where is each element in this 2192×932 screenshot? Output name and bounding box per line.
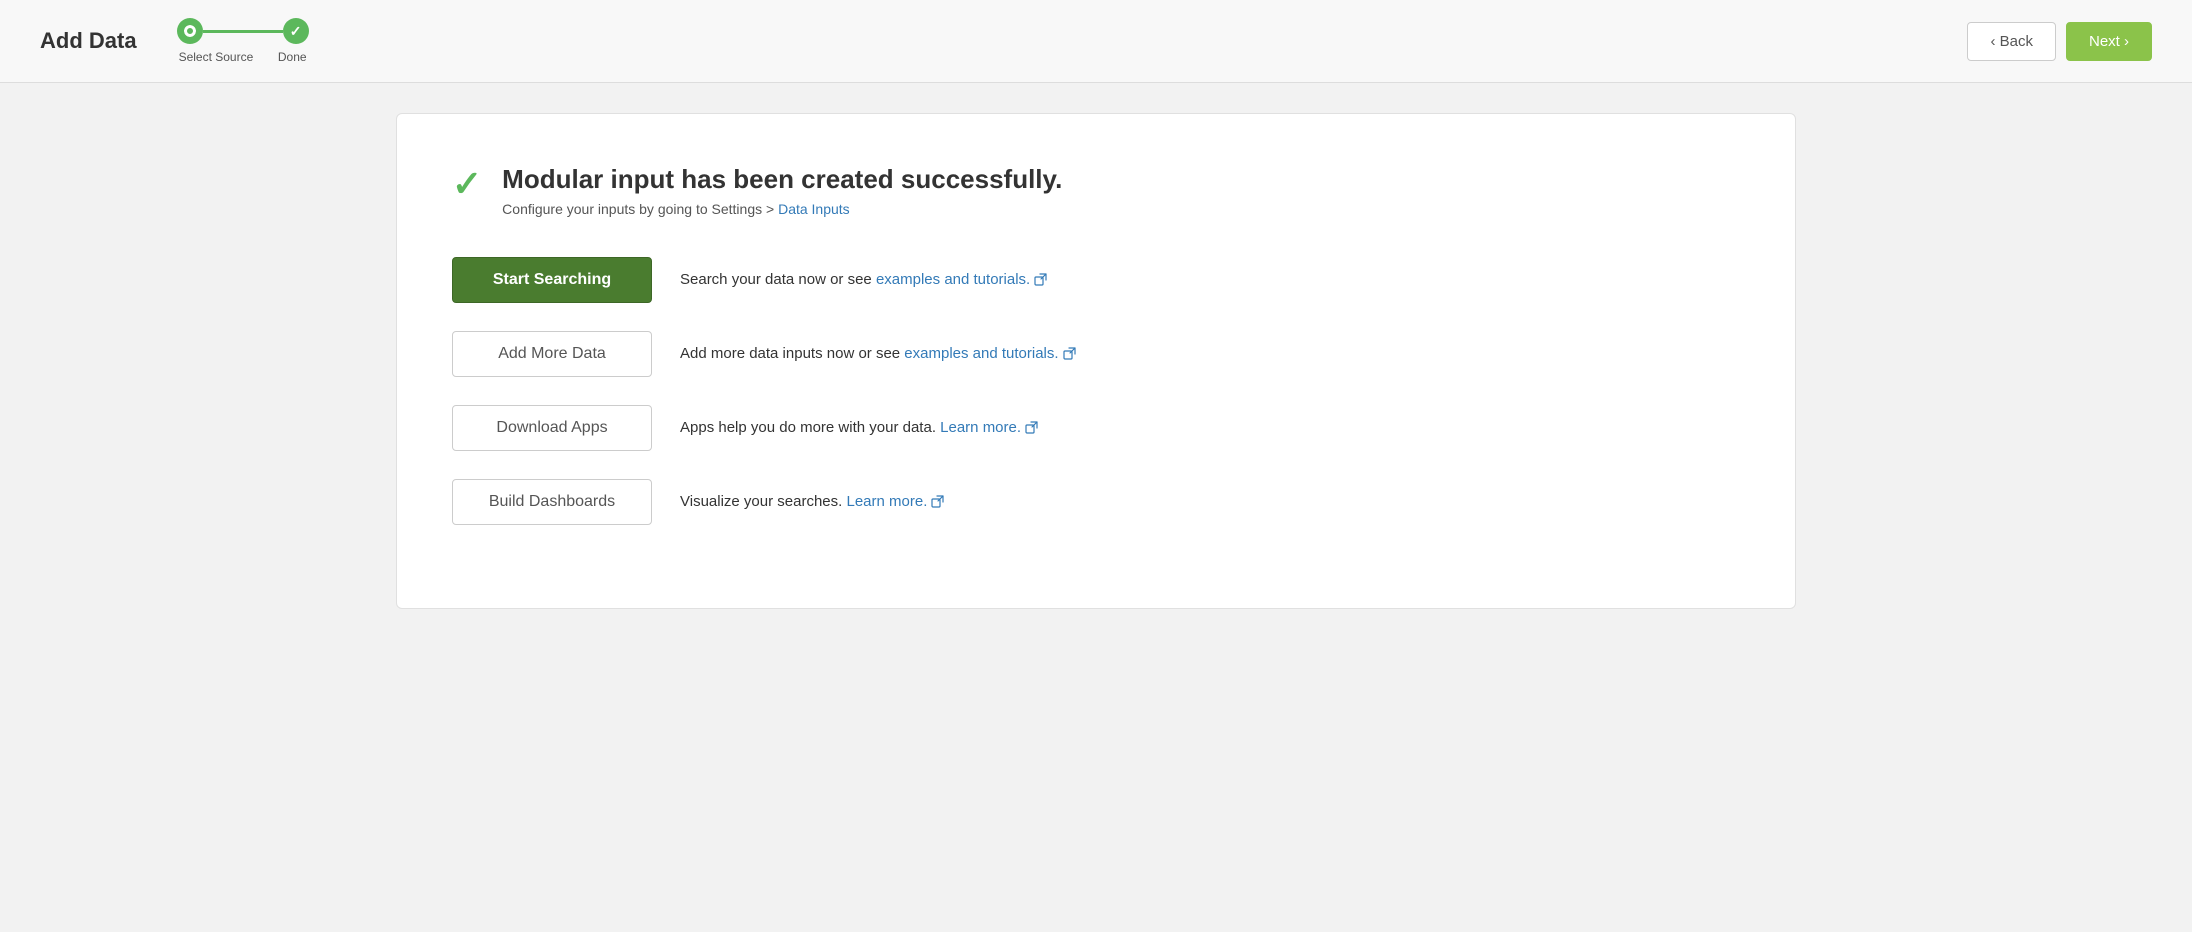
build-dashboards-desc-text: Visualize your searches. [680, 493, 846, 510]
start-searching-desc-text: Search your data now or see [680, 271, 876, 288]
step-1-dot [184, 25, 196, 37]
back-button[interactable]: ‹ Back [1967, 22, 2056, 61]
success-header: ✓ Modular input has been created success… [452, 164, 1740, 217]
external-link-icon [931, 495, 944, 511]
build-dashboards-button[interactable]: Build Dashboards [452, 479, 652, 525]
success-subtitle: Configure your inputs by going to Settin… [502, 201, 1062, 217]
success-checkmark: ✓ [452, 166, 482, 202]
add-more-data-desc-link[interactable]: examples and tutorials. [904, 345, 1058, 362]
download-apps-description: Apps help you do more with your data. Le… [680, 419, 1038, 436]
content-card: ✓ Modular input has been created success… [396, 113, 1796, 609]
add-more-data-desc-text: Add more data inputs now or see [680, 345, 904, 362]
step-2-circle [283, 18, 309, 44]
action-row-add-more-data: Add More Data Add more data inputs now or… [452, 331, 1740, 377]
step-1-label: Select Source [179, 50, 254, 64]
success-subtitle-text: Configure your inputs by going to Settin… [502, 201, 778, 217]
add-more-data-button[interactable]: Add More Data [452, 331, 652, 377]
action-row-download-apps: Download Apps Apps help you do more with … [452, 405, 1740, 451]
page-header: Add Data Select Source Done ‹ Back Next … [0, 0, 2192, 83]
next-button[interactable]: Next › [2066, 22, 2152, 61]
build-dashboards-desc-link[interactable]: Learn more. [846, 493, 927, 510]
main-content: ✓ Modular input has been created success… [0, 83, 2192, 639]
external-link-icon [1034, 273, 1047, 289]
stepper-labels: Select Source Done [177, 50, 309, 64]
step-1-circle [177, 18, 203, 44]
download-apps-button[interactable]: Download Apps [452, 405, 652, 451]
success-title: Modular input has been created successfu… [502, 164, 1062, 195]
start-searching-desc-link[interactable]: examples and tutorials. [876, 271, 1030, 288]
stepper-track [177, 18, 309, 44]
action-row-start-searching: Start Searching Search your data now or s… [452, 257, 1740, 303]
action-row-build-dashboards: Build Dashboards Visualize your searches.… [452, 479, 1740, 525]
download-apps-desc-link[interactable]: Learn more. [940, 419, 1021, 436]
build-dashboards-description: Visualize your searches. Learn more. [680, 493, 944, 510]
download-apps-desc-text: Apps help you do more with your data. [680, 419, 940, 436]
action-rows: Start Searching Search your data now or s… [452, 257, 1740, 525]
external-link-icon [1063, 347, 1076, 363]
header-actions: ‹ Back Next › [1967, 22, 2152, 61]
page-title: Add Data [40, 28, 137, 54]
wizard-stepper: Select Source Done [177, 18, 309, 64]
start-searching-description: Search your data now or see examples and… [680, 271, 1047, 288]
step-2-label: Done [278, 50, 307, 64]
add-more-data-description: Add more data inputs now or see examples… [680, 345, 1076, 362]
data-inputs-link[interactable]: Data Inputs [778, 201, 850, 217]
success-text-block: Modular input has been created successfu… [502, 164, 1062, 217]
external-link-icon [1025, 421, 1038, 437]
start-searching-button[interactable]: Start Searching [452, 257, 652, 303]
step-line [203, 30, 283, 33]
